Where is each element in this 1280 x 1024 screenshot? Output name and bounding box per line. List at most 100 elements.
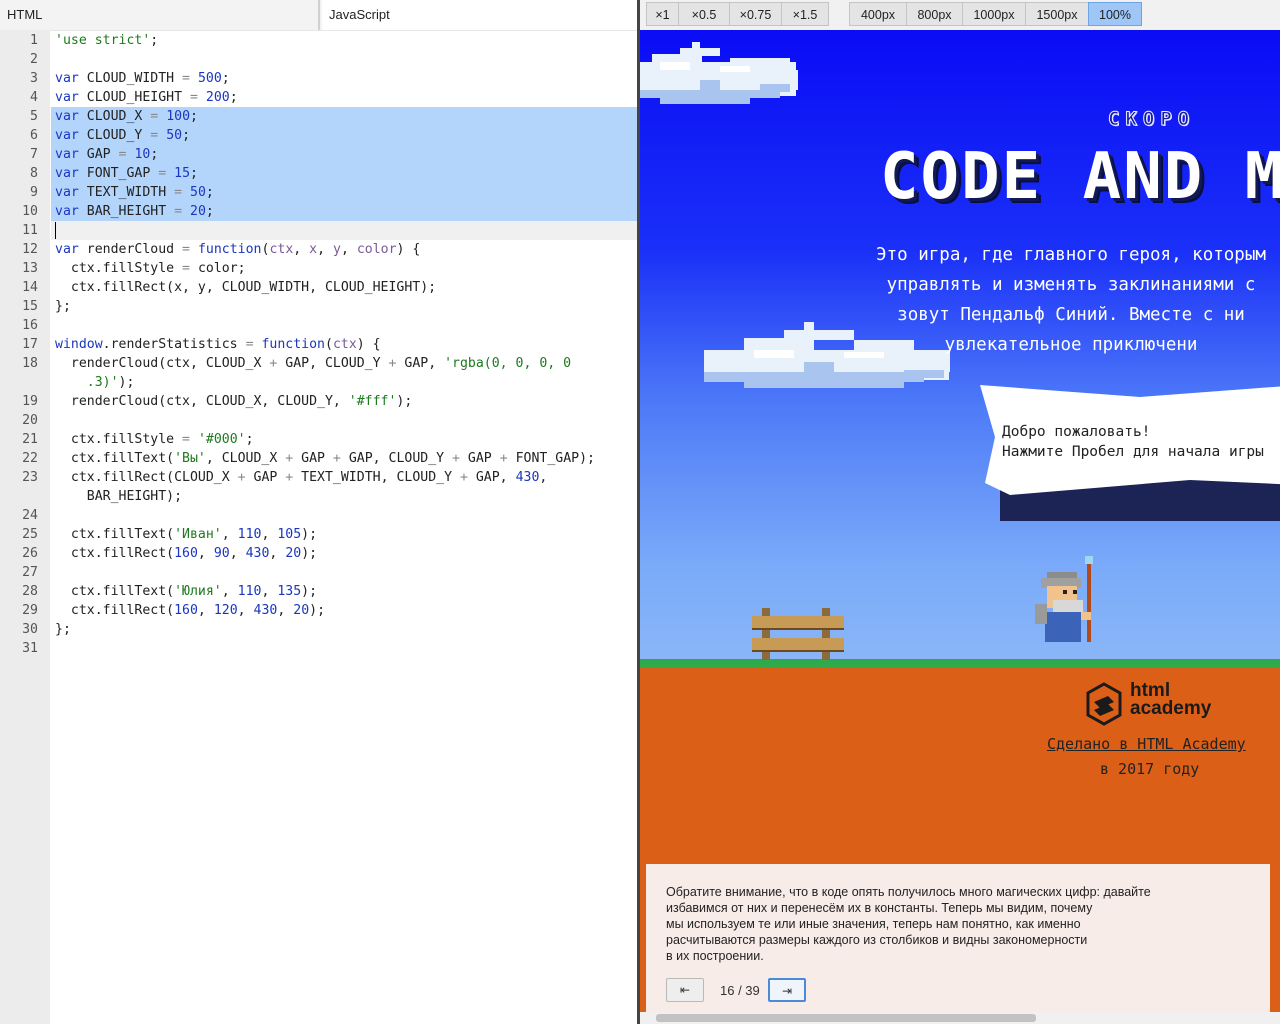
code-token: var bbox=[55, 90, 79, 105]
scrollbar-thumb[interactable] bbox=[656, 1014, 1036, 1022]
code-token: var bbox=[55, 242, 79, 257]
width-100pct-button[interactable]: 100% bbox=[1088, 2, 1142, 26]
next-step-button[interactable]: ⇥ bbox=[768, 978, 806, 1002]
code-token: renderCloud(ctx, CLOUD_X bbox=[55, 356, 270, 371]
code-token: , bbox=[261, 527, 278, 542]
code-token: ; bbox=[205, 204, 214, 219]
code-token: , bbox=[197, 603, 214, 618]
game-preview: СКОРО CODE AND MAGICK Это игра, где глав… bbox=[640, 30, 1280, 1024]
code-token: 100 bbox=[166, 109, 191, 124]
line-number: 19 bbox=[22, 394, 38, 409]
code-editor[interactable]: HTML JavaScript 1'use strict'; 2 3 var CLO… bbox=[0, 0, 637, 1024]
code-token: 50 bbox=[190, 185, 206, 200]
code-line: ctx.fillText('Иван', 110, 105); bbox=[55, 525, 317, 544]
line-number: 18 bbox=[22, 356, 38, 371]
prev-step-button[interactable]: ⇤ bbox=[666, 978, 704, 1002]
scale-x1-button[interactable]: ×1 bbox=[646, 2, 679, 26]
code-token: , bbox=[293, 242, 310, 257]
code-token: ); bbox=[396, 394, 413, 409]
code-line: window.renderStatistics = function(ctx) … bbox=[55, 335, 381, 354]
code-token: var bbox=[55, 166, 79, 181]
fence-icon bbox=[752, 608, 844, 660]
code-token: ctx.fillText( bbox=[55, 527, 175, 542]
line-number: 6 bbox=[30, 128, 38, 143]
code-token: renderCloud bbox=[78, 242, 183, 257]
code-token: 'use strict' bbox=[55, 33, 151, 48]
code-token: 'Иван' bbox=[174, 527, 222, 542]
code-token: .3)' bbox=[55, 375, 119, 390]
code-token: = bbox=[174, 185, 183, 200]
code-token: ctx.fillRect( bbox=[55, 603, 175, 618]
code-token: ctx.fillRect(CLOUD_X bbox=[55, 470, 238, 485]
code-token: BAR_HEIGHT); bbox=[55, 489, 183, 504]
line-number: 13 bbox=[22, 261, 38, 276]
scale-x05-button[interactable]: ×0.5 bbox=[678, 2, 730, 26]
code-token: , bbox=[261, 584, 278, 599]
line-number: 25 bbox=[22, 527, 38, 542]
code-token: + bbox=[459, 470, 468, 485]
code-line: ctx.fillRect(160, 120, 430, 20); bbox=[55, 601, 325, 620]
code-line: var FONT_GAP = 15; bbox=[55, 164, 198, 183]
html-academy-logo-text: html academy bbox=[1130, 680, 1212, 719]
code-token: var bbox=[55, 185, 79, 200]
code-token: ; bbox=[205, 185, 214, 200]
coming-soon-label: СКОРО bbox=[1107, 108, 1196, 131]
code-line: renderCloud(ctx, CLOUD_X + GAP, CLOUD_Y … bbox=[55, 354, 571, 373]
line-number: 22 bbox=[22, 451, 38, 466]
line-number: 26 bbox=[22, 546, 38, 561]
code-token: 'Вы' bbox=[174, 451, 206, 466]
code-line: ctx.fillRect(160, 90, 430, 20); bbox=[55, 544, 317, 563]
made-by-link[interactable]: Сделано в HTML Academy bbox=[1047, 735, 1246, 753]
code-line: ctx.fillStyle = color; bbox=[55, 259, 246, 278]
code-token: 20 bbox=[285, 546, 302, 561]
width-1000-button[interactable]: 1000px bbox=[962, 2, 1026, 26]
line-number: 11 bbox=[22, 223, 38, 238]
width-400-button[interactable]: 400px bbox=[849, 2, 907, 26]
code-token: 'rgba(0, 0, 0, 0 bbox=[444, 356, 572, 371]
code-token: , bbox=[269, 546, 286, 561]
code-token: + bbox=[332, 451, 341, 466]
arrow-left-bar-icon: ⇤ bbox=[679, 983, 691, 997]
code-token: 15 bbox=[174, 166, 191, 181]
code-token: BAR_HEIGHT bbox=[78, 204, 175, 219]
code-token: 105 bbox=[277, 527, 302, 542]
code-token: 110 bbox=[237, 584, 262, 599]
code-token: , bbox=[340, 242, 357, 257]
wizard-character-icon bbox=[1035, 556, 1093, 642]
code-token: ctx.fillStyle bbox=[55, 432, 183, 447]
code-token: ; bbox=[245, 432, 254, 447]
code-token: ; bbox=[221, 71, 230, 86]
line-number: 9 bbox=[30, 185, 38, 200]
code-token: = bbox=[174, 204, 183, 219]
code-line: }; bbox=[55, 297, 71, 316]
scale-x075-button[interactable]: ×0.75 bbox=[729, 2, 782, 26]
lesson-note-text: Обратите внимание, что в коде опять полу… bbox=[666, 885, 1151, 963]
code-token: 135 bbox=[277, 584, 302, 599]
code-line: ctx.fillText('Вы', CLOUD_X + GAP + GAP, … bbox=[55, 449, 595, 468]
code-line: BAR_HEIGHT); bbox=[55, 487, 182, 506]
width-1500-button[interactable]: 1500px bbox=[1025, 2, 1089, 26]
line-number: 8 bbox=[30, 166, 38, 181]
game-intro-text: Это игра, где главного героя, которым уп… bbox=[876, 245, 1266, 355]
code-token: ctx.fillText( bbox=[55, 584, 175, 599]
code-line: ctx.fillRect(CLOUD_X + GAP + TEXT_WIDTH,… bbox=[55, 468, 547, 487]
code-token: FONT_GAP); bbox=[507, 451, 595, 466]
line-number: 4 bbox=[30, 90, 38, 105]
scale-x15-button[interactable]: ×1.5 bbox=[781, 2, 829, 26]
code-token: ctx.fillRect( bbox=[55, 546, 175, 561]
code-token: 20 bbox=[293, 603, 310, 618]
code-token: , bbox=[277, 603, 294, 618]
code-token: ); bbox=[118, 375, 135, 390]
line-number: 1 bbox=[30, 33, 38, 48]
code-token: function bbox=[197, 242, 262, 257]
width-800-button[interactable]: 800px bbox=[906, 2, 963, 26]
horizontal-scrollbar[interactable] bbox=[640, 1012, 1280, 1024]
tab-javascript[interactable]: JavaScript bbox=[322, 0, 637, 30]
code-token: var bbox=[55, 109, 79, 124]
tab-html[interactable]: HTML bbox=[0, 0, 320, 30]
code-line: ctx.fillStyle = '#000'; bbox=[55, 430, 254, 449]
code-line: .3)'); bbox=[55, 373, 135, 392]
lesson-note-panel: Обратите внимание, что в коде опять полу… bbox=[646, 864, 1270, 1024]
